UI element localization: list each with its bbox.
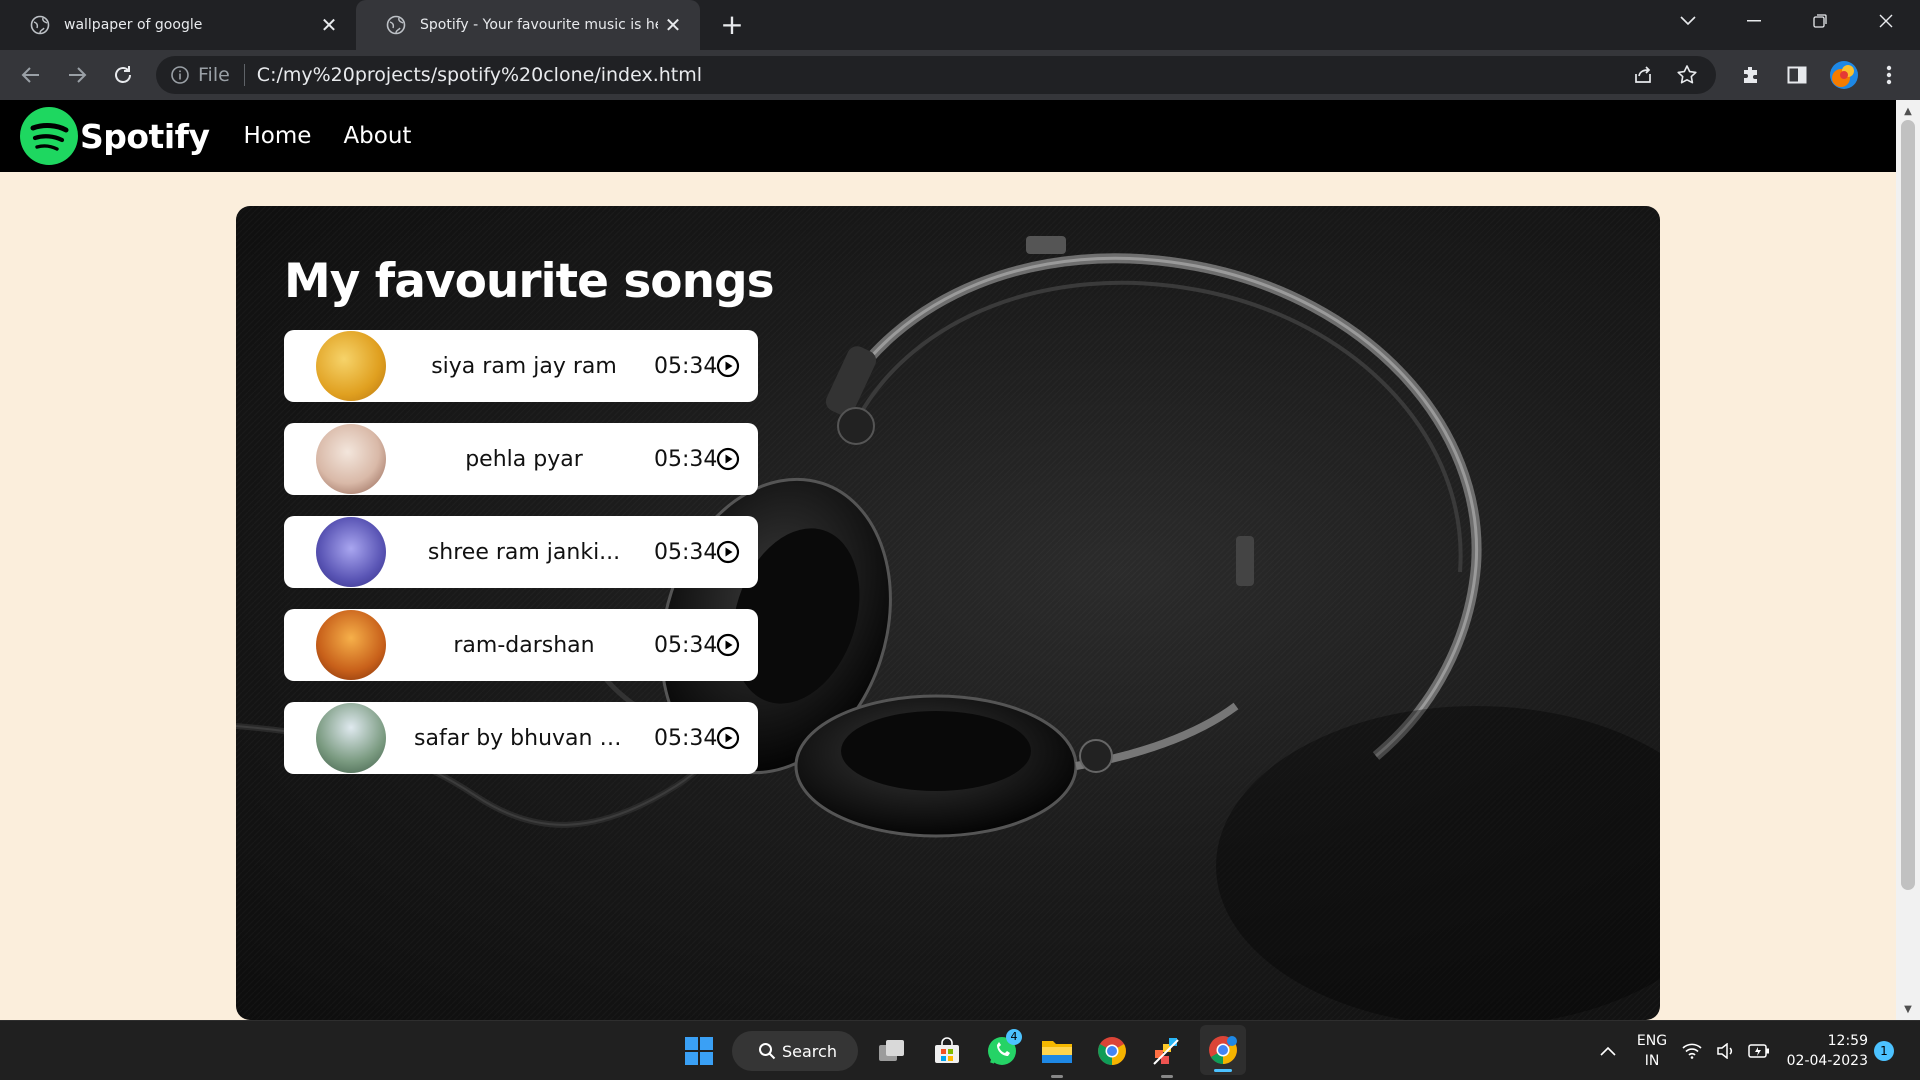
taskbar-search[interactable]: Search xyxy=(732,1031,858,1071)
scrollbar-thumb[interactable] xyxy=(1901,120,1915,890)
notification-badge[interactable]: 1 xyxy=(1874,1041,1894,1061)
song-list: siya ram jay ram 05:34 pehla pyar 05:34 … xyxy=(284,330,758,795)
song-name: ram-darshan xyxy=(453,632,595,658)
reload-button[interactable] xyxy=(108,60,138,90)
close-tab-icon[interactable]: ✕ xyxy=(658,13,688,37)
whatsapp-icon[interactable]: 4 xyxy=(984,1029,1022,1069)
windows-logo-icon xyxy=(685,1037,713,1065)
scroll-down-arrow-icon[interactable]: ▼ xyxy=(1902,1004,1914,1015)
info-icon[interactable] xyxy=(170,65,190,85)
profile-avatar[interactable] xyxy=(1829,60,1859,90)
search-label: Search xyxy=(782,1041,837,1061)
reload-icon xyxy=(115,66,131,83)
play-icon[interactable] xyxy=(716,540,740,564)
windows-taskbar: Search 4 ENG IN 12:59 02-04-2023 1 xyxy=(0,1020,1920,1080)
song-item[interactable]: ram-darshan 05:34 xyxy=(284,609,758,681)
song-duration: 05:34 xyxy=(654,725,718,751)
address-bar[interactable]: File C:/my%20projects/spotify%20clone/in… xyxy=(156,56,1716,94)
url-text[interactable]: C:/my%20projects/spotify%20clone/index.h… xyxy=(257,64,702,86)
system-clock[interactable]: 12:59 02-04-2023 xyxy=(1782,1031,1868,1071)
play-icon[interactable] xyxy=(716,726,740,750)
song-item[interactable]: pehla pyar 05:34 xyxy=(284,423,758,495)
song-cover-image xyxy=(316,517,386,587)
microsoft-store-icon[interactable] xyxy=(929,1033,965,1069)
battery-icon[interactable] xyxy=(1746,1033,1772,1069)
search-icon xyxy=(759,1043,776,1060)
arrow-left-icon xyxy=(21,67,39,83)
scheme-label: File xyxy=(198,64,230,86)
spotify-logo-icon xyxy=(20,107,78,165)
play-icon[interactable] xyxy=(716,633,740,657)
chrome-menu-icon[interactable] xyxy=(1876,62,1902,88)
play-icon[interactable] xyxy=(716,354,740,378)
forward-button[interactable] xyxy=(62,60,92,90)
close-window-button[interactable] xyxy=(1856,0,1916,42)
language-code: ENG xyxy=(1636,1033,1668,1049)
song-duration: 05:34 xyxy=(654,446,718,472)
task-view-icon[interactable] xyxy=(874,1033,910,1069)
file-explorer-icon[interactable] xyxy=(1039,1033,1075,1078)
song-name: safar by bhuvan bam xyxy=(414,725,634,751)
close-tab-icon[interactable]: ✕ xyxy=(314,13,344,37)
nav-home-link[interactable]: Home xyxy=(244,123,312,149)
volume-icon[interactable] xyxy=(1714,1033,1738,1069)
browser-toolbar: File C:/my%20projects/spotify%20clone/in… xyxy=(0,50,1920,100)
song-cover-image xyxy=(316,703,386,773)
song-name: shree ram janki... xyxy=(427,539,621,565)
tab-spotify[interactable]: Spotify - Your favourite music is here ✕ xyxy=(356,0,700,50)
song-name: pehla pyar xyxy=(465,446,583,472)
globe-icon xyxy=(386,15,406,35)
chrome-icon[interactable] xyxy=(1094,1033,1130,1069)
chrome-active-icon[interactable] xyxy=(1200,1025,1246,1075)
song-name: siya ram jay ram xyxy=(431,353,617,379)
scroll-up-arrow-icon[interactable]: ▲ xyxy=(1902,106,1914,117)
globe-icon xyxy=(30,15,50,35)
language-indicator[interactable]: ENG IN xyxy=(1634,1031,1670,1071)
song-item[interactable]: safar by bhuvan bam 05:34 xyxy=(284,702,758,774)
page-viewport: Spotify Home About My favourite songs si… xyxy=(0,100,1896,1020)
star-icon[interactable] xyxy=(1676,64,1698,86)
brand-name: Spotify xyxy=(80,116,210,156)
new-tab-button[interactable]: + xyxy=(717,8,747,42)
song-cover-image xyxy=(316,610,386,680)
running-indicator xyxy=(1161,1075,1173,1078)
browser-tab-strip: wallpaper of google ✕ Spotify - Your fav… xyxy=(0,0,1920,50)
clock-time: 12:59 xyxy=(1827,1033,1868,1049)
tab-wallpaper-of-google[interactable]: wallpaper of google ✕ xyxy=(0,0,356,50)
clock-date: 02-04-2023 xyxy=(1786,1053,1868,1069)
song-item[interactable]: siya ram jay ram 05:34 xyxy=(284,330,758,402)
start-button[interactable] xyxy=(681,1033,717,1069)
page-title: My favourite songs xyxy=(284,254,775,309)
wifi-icon[interactable] xyxy=(1680,1033,1704,1069)
play-icon[interactable] xyxy=(716,447,740,471)
song-duration: 05:34 xyxy=(654,539,718,565)
arrow-right-icon xyxy=(69,67,87,83)
divider xyxy=(243,64,245,86)
whatsapp-badge: 4 xyxy=(1006,1029,1022,1045)
back-button[interactable] xyxy=(16,60,46,90)
restore-button[interactable] xyxy=(1790,0,1850,42)
active-indicator xyxy=(1214,1069,1232,1072)
tab-search-icon[interactable] xyxy=(1658,0,1718,42)
song-item[interactable]: shree ram janki... 05:34 xyxy=(284,516,758,588)
nav-about-link[interactable]: About xyxy=(343,123,411,149)
side-panel-icon[interactable] xyxy=(1784,62,1810,88)
song-cover-image xyxy=(316,424,386,494)
songs-container: My favourite songs siya ram jay ram 05:3… xyxy=(236,206,1660,1020)
page-scrollbar[interactable]: ▲ ▼ xyxy=(1896,100,1920,1020)
running-indicator xyxy=(1051,1075,1063,1078)
tab-title: wallpaper of google xyxy=(64,17,203,33)
site-navbar: Spotify Home About xyxy=(0,100,1896,172)
minimize-button[interactable] xyxy=(1724,0,1784,42)
tab-title: Spotify - Your favourite music is here xyxy=(420,17,658,33)
brand[interactable]: Spotify xyxy=(20,106,210,166)
region-code: IN xyxy=(1644,1053,1660,1069)
song-duration: 05:34 xyxy=(654,632,718,658)
song-cover-image xyxy=(316,331,386,401)
song-duration: 05:34 xyxy=(654,353,718,379)
share-icon[interactable] xyxy=(1632,64,1654,86)
app-icon[interactable] xyxy=(1149,1033,1185,1078)
show-hidden-icons-chevron-icon[interactable] xyxy=(1590,1033,1626,1069)
extensions-icon[interactable] xyxy=(1738,62,1764,88)
